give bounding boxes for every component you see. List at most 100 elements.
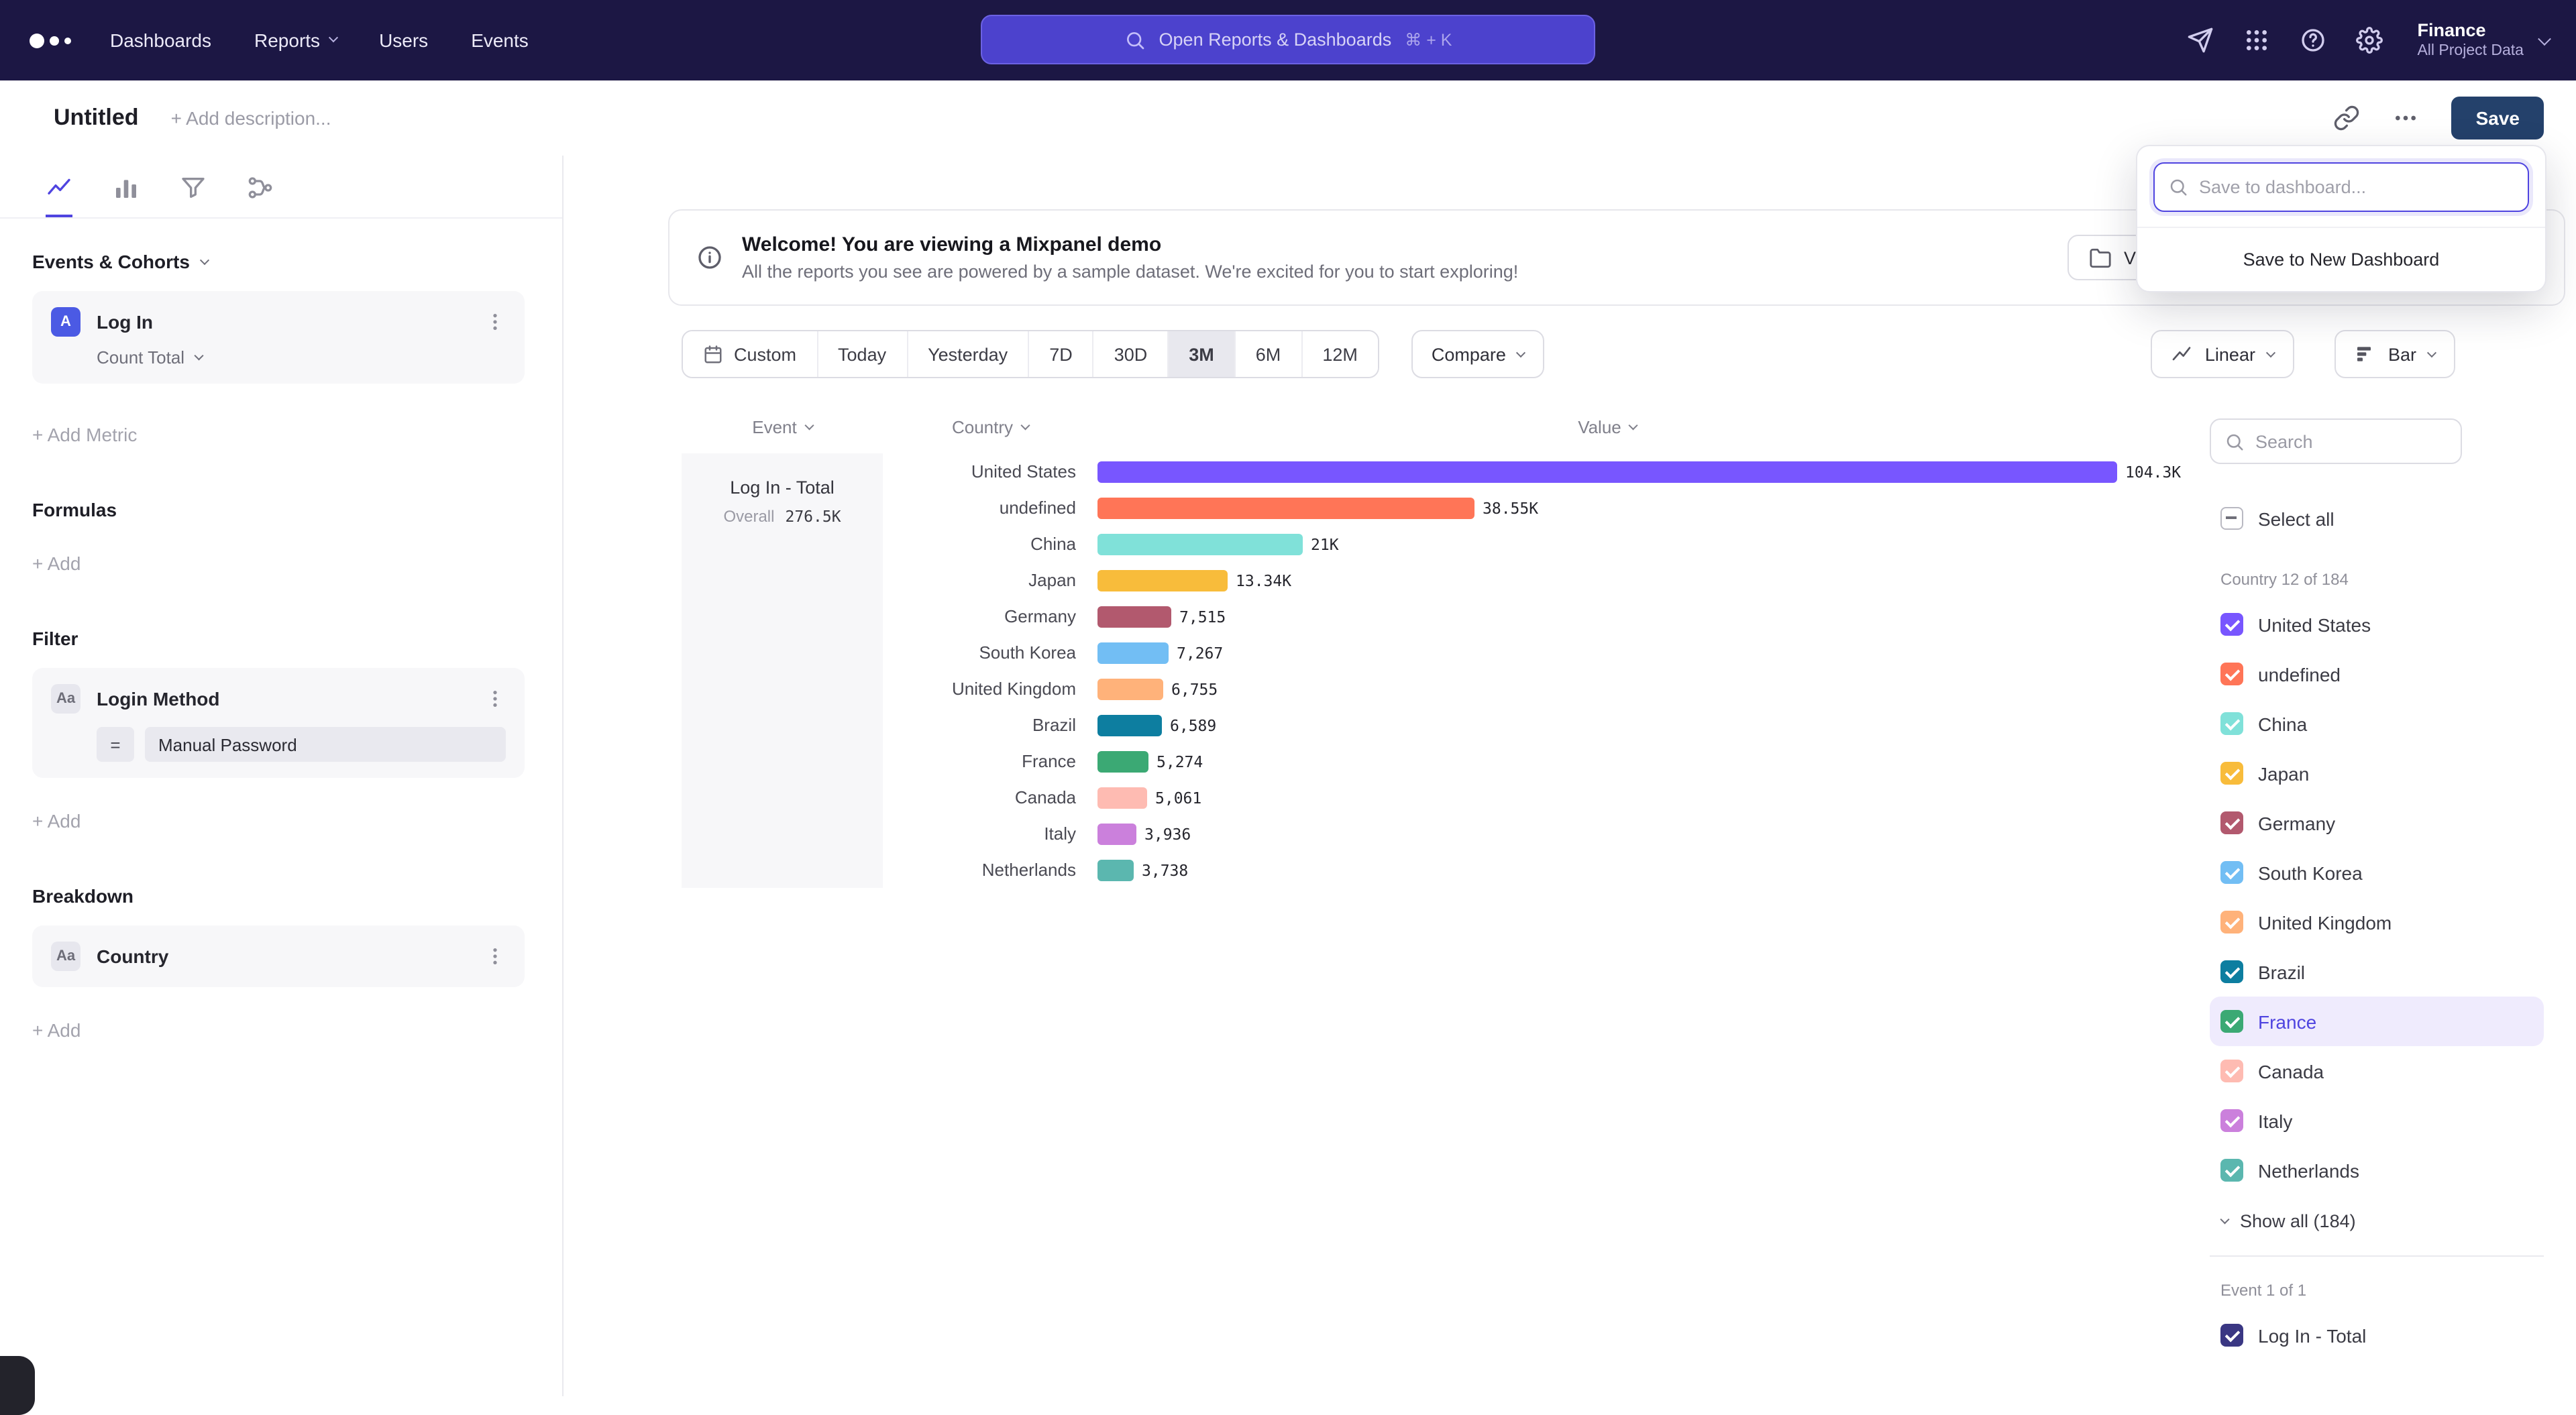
nav-events[interactable]: Events (471, 30, 529, 51)
legend-checkbox[interactable] (2220, 1109, 2243, 1132)
legend-checkbox[interactable] (2220, 861, 2243, 884)
filter-card[interactable]: Aa Login Method = Manual Password (32, 668, 525, 778)
legend-item-united-states[interactable]: United States (2210, 600, 2544, 649)
value-bar[interactable] (1097, 823, 1136, 844)
invite-icon[interactable] (2186, 27, 2213, 54)
chart-type-selector[interactable]: Bar (2334, 330, 2455, 378)
messenger-launcher[interactable] (0, 1356, 35, 1415)
date-range-custom[interactable]: Custom (683, 331, 818, 377)
filter-menu-icon[interactable] (484, 688, 506, 710)
legend-search-input[interactable] (2255, 431, 2447, 451)
event-name[interactable]: Log In (97, 311, 153, 333)
help-icon[interactable] (2299, 27, 2326, 54)
legend-checkbox[interactable] (2220, 1010, 2243, 1033)
legend-item-united-kingdom[interactable]: United Kingdom (2210, 897, 2544, 947)
country-column-header[interactable]: Country (883, 400, 1097, 453)
date-range-today[interactable]: Today (818, 331, 908, 377)
legend-checkbox[interactable] (2220, 811, 2243, 834)
legend-item-china[interactable]: China (2210, 699, 2544, 748)
legend-checkbox[interactable] (2220, 613, 2243, 636)
date-range-6m[interactable]: 6M (1236, 331, 1303, 377)
event-menu-icon[interactable] (484, 311, 506, 333)
settings-gear-icon[interactable] (2355, 27, 2382, 54)
legend-checkbox[interactable] (2220, 1159, 2243, 1182)
value-bar[interactable] (1097, 642, 1169, 663)
value-bar[interactable] (1097, 750, 1148, 772)
save-dashboard-input[interactable] (2199, 177, 2514, 197)
report-title[interactable]: Untitled (54, 105, 139, 131)
compare-button[interactable]: Compare (1411, 330, 1545, 378)
date-range-12m[interactable]: 12M (1302, 331, 1378, 377)
select-all-row[interactable]: Select all (2210, 494, 2544, 543)
legend-event-row[interactable]: Log In - Total (2210, 1310, 2544, 1360)
legend-checkbox[interactable] (2220, 911, 2243, 933)
legend-item-canada[interactable]: Canada (2210, 1046, 2544, 1096)
legend-item-south-korea[interactable]: South Korea (2210, 848, 2544, 897)
add-breakdown-button[interactable]: + Add (32, 1019, 525, 1041)
mixpanel-logo[interactable] (30, 24, 75, 56)
formulas-section-header[interactable]: Formulas (32, 499, 525, 520)
legend-checkbox[interactable] (2220, 960, 2243, 983)
filter-operator[interactable]: = (97, 727, 134, 762)
nav-reports[interactable]: Reports (254, 30, 336, 51)
add-metric-button[interactable]: + Add Metric (32, 424, 525, 445)
more-actions-icon[interactable] (2393, 105, 2420, 131)
tab-insights-line[interactable] (46, 174, 72, 217)
project-switcher[interactable]: Finance All Project Data (2417, 20, 2549, 60)
event-column-header[interactable]: Event (682, 400, 883, 453)
value-bar[interactable] (1097, 714, 1162, 736)
breakdown-card[interactable]: Aa Country (32, 925, 525, 987)
event-card[interactable]: A Log In Count Total (32, 291, 525, 384)
legend-checkbox[interactable] (2220, 1060, 2243, 1082)
add-description[interactable]: + Add description... (171, 107, 331, 129)
legend-checkbox[interactable] (2220, 663, 2243, 685)
nav-users[interactable]: Users (379, 30, 428, 51)
scale-selector[interactable]: Linear (2151, 330, 2294, 378)
legend-item-italy[interactable]: Italy (2210, 1096, 2544, 1145)
legend-item-netherlands[interactable]: Netherlands (2210, 1145, 2544, 1195)
global-search-button[interactable]: Open Reports & Dashboards ⌘ + K (981, 15, 1595, 64)
save-to-new-dashboard-item[interactable]: Save to New Dashboard (2137, 227, 2545, 291)
value-bar[interactable] (1097, 461, 2117, 482)
breakdown-property-name[interactable]: Country (97, 946, 168, 967)
legend-checkbox[interactable] (2220, 762, 2243, 785)
legend-item-japan[interactable]: Japan (2210, 748, 2544, 798)
legend-search-box[interactable] (2210, 418, 2462, 464)
nav-dashboards[interactable]: Dashboards (110, 30, 211, 51)
date-range-3m[interactable]: 3M (1169, 331, 1236, 377)
date-range-30d[interactable]: 30D (1094, 331, 1169, 377)
value-bar[interactable] (1097, 533, 1303, 555)
tab-flows[interactable] (247, 174, 274, 217)
events-section-header[interactable]: Events & Cohorts (32, 251, 525, 272)
filter-value[interactable]: Manual Password (145, 727, 506, 762)
value-bar[interactable] (1097, 859, 1134, 881)
tab-funnel[interactable] (180, 174, 207, 217)
breakdown-section-header[interactable]: Breakdown (32, 885, 525, 907)
filter-section-header[interactable]: Filter (32, 628, 525, 649)
legend-item-germany[interactable]: Germany (2210, 798, 2544, 848)
legend-checkbox[interactable] (2220, 712, 2243, 735)
tab-bar-chart[interactable] (113, 174, 140, 217)
date-range-yesterday[interactable]: Yesterday (908, 331, 1029, 377)
breakdown-menu-icon[interactable] (484, 946, 506, 967)
add-formula-button[interactable]: + Add (32, 553, 525, 574)
show-all-button[interactable]: Show all (184) (2210, 1211, 2544, 1231)
legend-item-undefined[interactable]: undefined (2210, 649, 2544, 699)
add-filter-button[interactable]: + Add (32, 810, 525, 832)
date-range-7d[interactable]: 7D (1029, 331, 1094, 377)
save-button[interactable]: Save (2452, 97, 2544, 139)
apps-grid-icon[interactable] (2243, 27, 2269, 54)
value-bar[interactable] (1097, 606, 1171, 627)
copy-link-icon[interactable] (2334, 105, 2361, 131)
event-aggregation[interactable]: Count Total (97, 347, 506, 367)
legend-item-france[interactable]: France (2210, 997, 2544, 1046)
select-all-checkbox[interactable] (2220, 507, 2243, 530)
legend-item-brazil[interactable]: Brazil (2210, 947, 2544, 997)
save-dashboard-search-box[interactable] (2153, 162, 2529, 212)
value-bar[interactable] (1097, 678, 1163, 699)
filter-property-name[interactable]: Login Method (97, 688, 220, 710)
value-bar[interactable] (1097, 497, 1474, 518)
legend-event-checkbox[interactable] (2220, 1324, 2243, 1347)
value-bar[interactable] (1097, 787, 1147, 808)
value-bar[interactable] (1097, 569, 1228, 591)
